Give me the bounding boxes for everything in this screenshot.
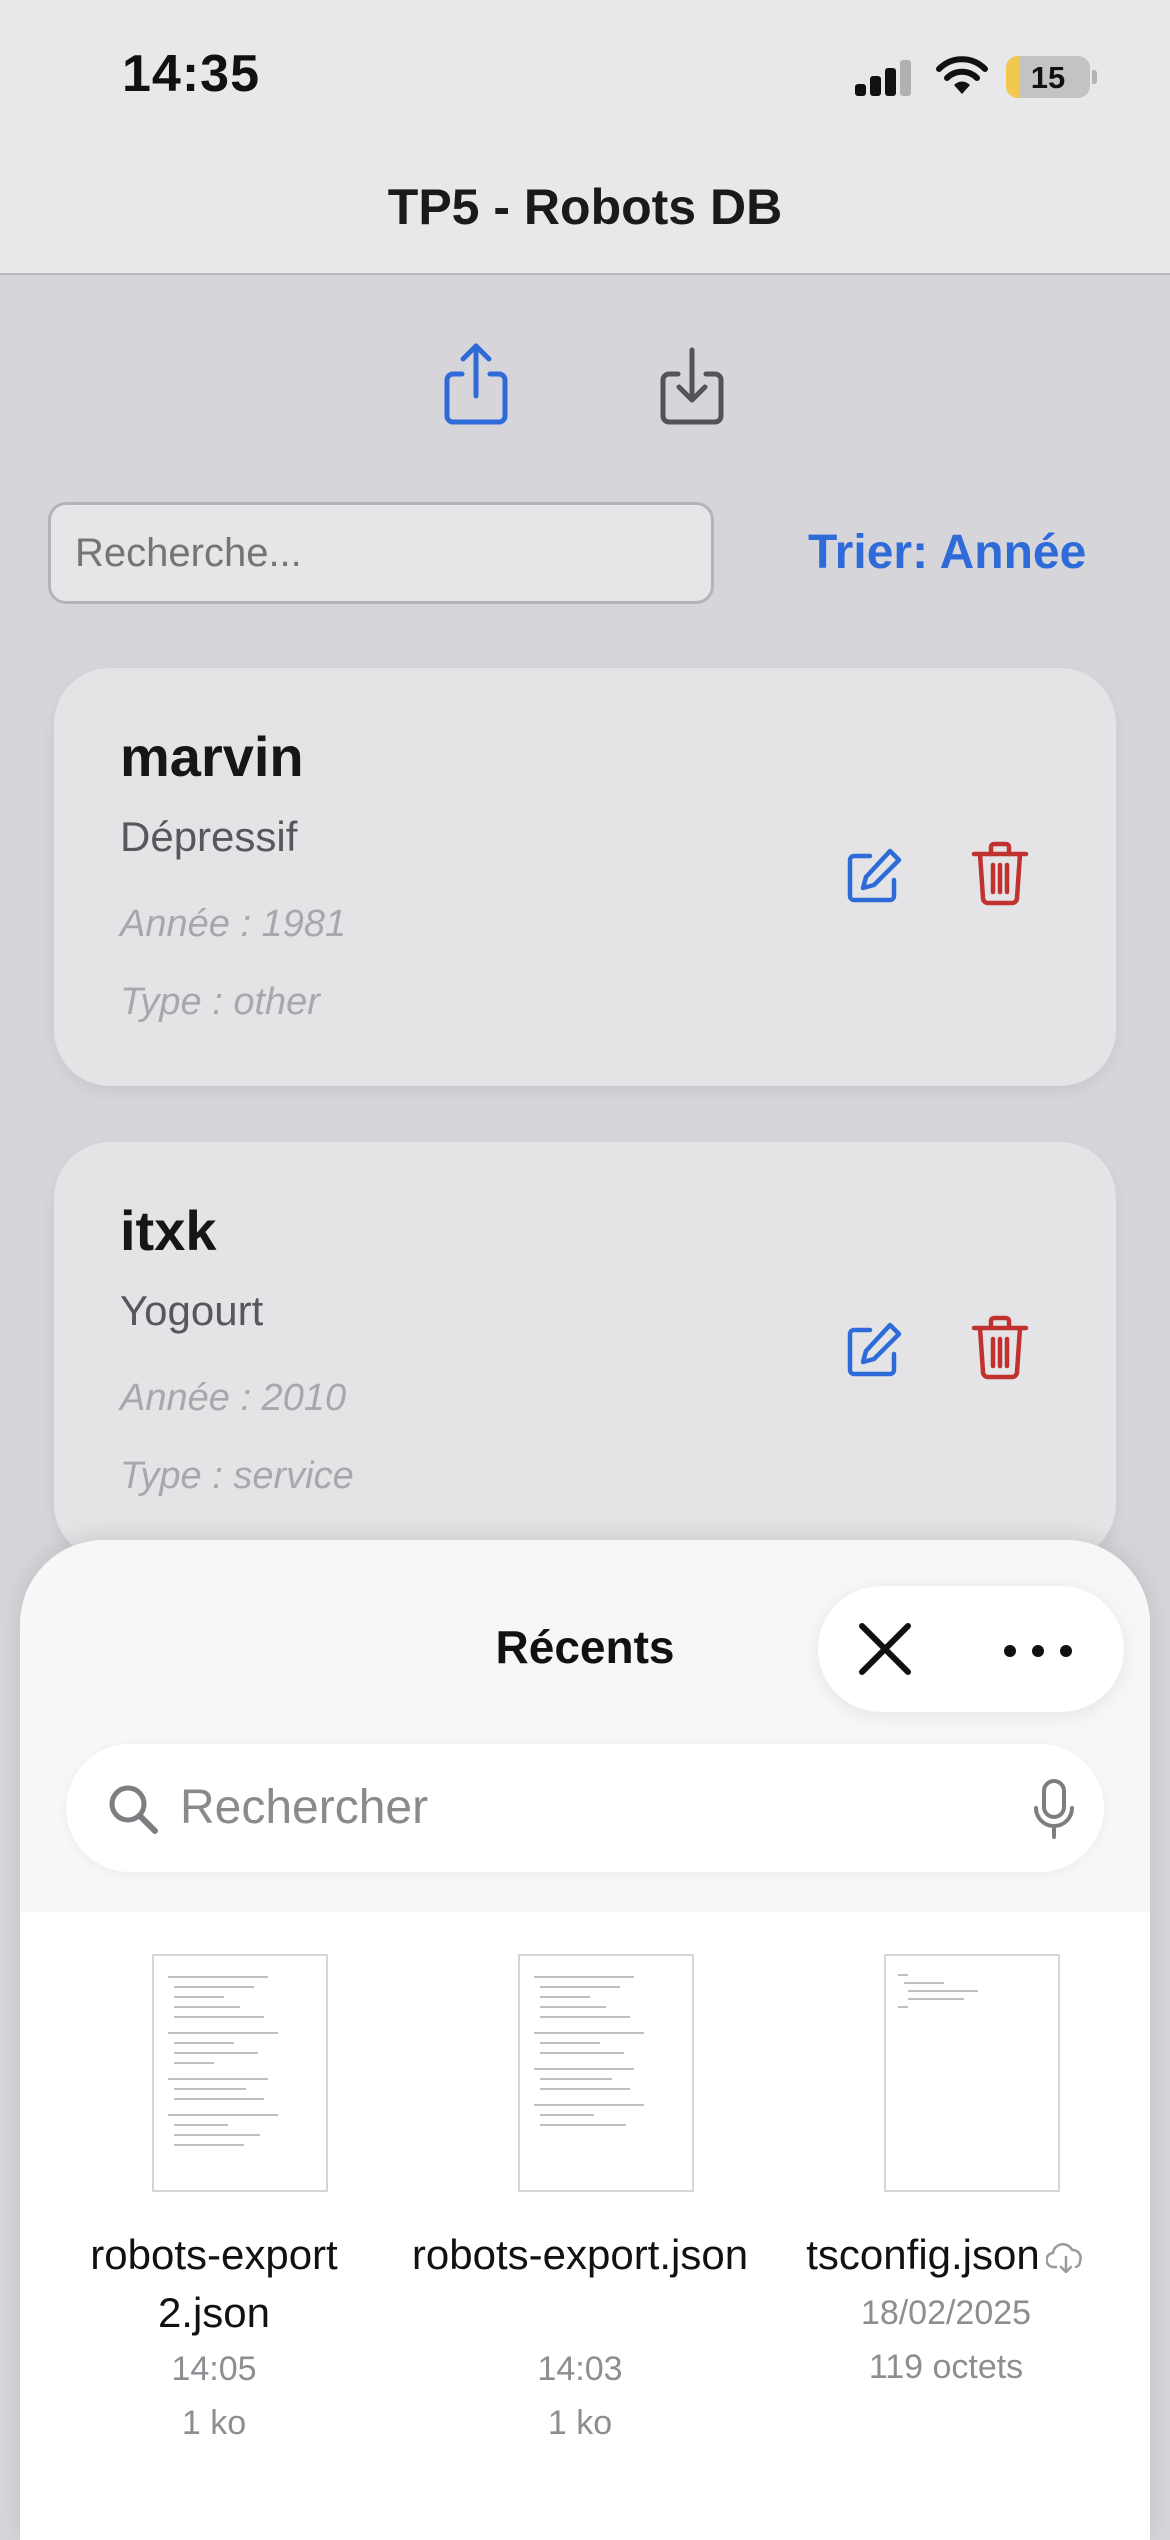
file-size: 1 ko — [547, 2404, 613, 2442]
status-bar: 14:35 15 — [0, 0, 1170, 150]
sheet-search-placeholder: Rechercher — [180, 1781, 429, 1834]
battery-percent: 15 — [1030, 60, 1066, 95]
robot-card: marvin Dépressif Année : 1981 Type : oth… — [54, 668, 1116, 1086]
status-time: 14:35 — [122, 45, 260, 103]
wifi-icon — [936, 56, 988, 94]
page-title: TP5 - Robots DB — [387, 179, 783, 235]
close-icon[interactable] — [850, 1614, 920, 1684]
microphone-icon[interactable] — [1032, 1778, 1076, 1840]
file-thumbnail — [518, 1954, 694, 2192]
robot-card: itxk Yogourt Année : 2010 Type : service — [54, 1142, 1116, 1560]
file-date: 18/02/2025 — [860, 2294, 1032, 2332]
file-date: 14:03 — [537, 2350, 623, 2388]
robot-name: marvin — [120, 725, 304, 788]
trash-icon[interactable] — [970, 840, 1030, 906]
sheet-search-field[interactable]: Rechercher — [66, 1744, 1104, 1872]
file-name: robots-export.json — [411, 2231, 749, 2278]
sheet-actions — [818, 1586, 1124, 1712]
trash-icon[interactable] — [970, 1314, 1030, 1380]
file-name: robots-export 2.json — [90, 2231, 338, 2336]
robot-description: Yogourt — [120, 1287, 264, 1334]
more-icon[interactable] — [988, 1626, 1088, 1676]
cellular-signal-icon — [855, 60, 915, 96]
sort-button[interactable]: Trier: Année — [808, 525, 1086, 580]
robot-year: Année : 2010 — [120, 1377, 347, 1419]
file-name-row: tsconfig.json — [776, 2226, 1116, 2284]
edit-icon[interactable] — [844, 846, 904, 906]
share-icon — [444, 343, 508, 425]
file-name: tsconfig.json — [806, 2231, 1040, 2278]
navigation-bar: TP5 - Robots DB — [0, 150, 1170, 275]
file-thumbnail — [152, 1954, 328, 2192]
search-icon — [109, 1785, 158, 1834]
icloud-download-icon[interactable] — [1045, 2242, 1086, 2273]
export-share-button[interactable] — [436, 340, 516, 430]
battery-icon: 15 — [1006, 56, 1090, 98]
file-size: 119 octets — [868, 2348, 1024, 2386]
import-download-button[interactable] — [652, 340, 732, 430]
battery-tip — [1092, 70, 1097, 84]
edit-icon[interactable] — [844, 1320, 904, 1380]
robot-year: Année : 1981 — [120, 903, 347, 945]
file-date: 14:05 — [171, 2350, 257, 2388]
robot-description: Dépressif — [120, 813, 298, 860]
robot-name: itxk — [120, 1199, 217, 1262]
file-size: 1 ko — [181, 2404, 247, 2442]
robot-type: Type : other — [120, 981, 320, 1023]
search-input[interactable] — [48, 502, 714, 604]
file-thumbnail — [884, 1954, 1060, 2192]
robot-type: Type : service — [120, 1455, 354, 1497]
download-icon — [660, 347, 724, 425]
document-picker-sheet: Récents Rechercher robots-export 2.json … — [20, 1540, 1150, 2540]
